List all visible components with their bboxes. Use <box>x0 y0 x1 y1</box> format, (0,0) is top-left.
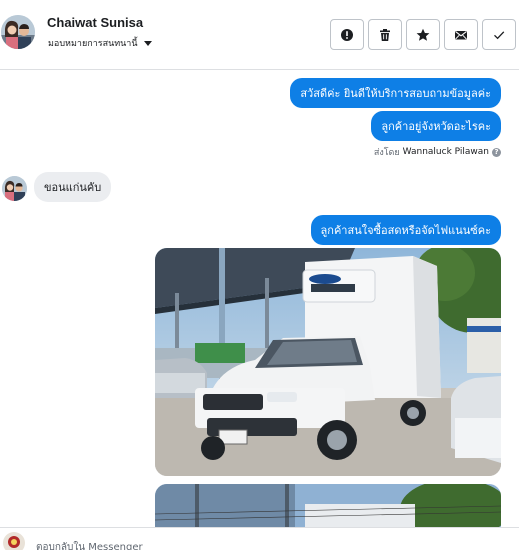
assign-conversation-dropdown[interactable]: มอบหมายการสนทนานี้ <box>48 36 152 50</box>
mark-unread-button[interactable] <box>444 19 478 50</box>
checkmark-icon <box>494 30 505 39</box>
sender-name[interactable]: Wannaluck Pilawan <box>403 147 489 157</box>
outgoing-message[interactable]: ลูกค้าสนใจซื้อสดหรือจัดไฟแนนซ์คะ <box>310 215 501 245</box>
outgoing-message[interactable]: สวัสดีค่ะ ยินดีให้บริการสอบถามข้อมูลค่ะ <box>290 78 501 108</box>
refrigerated-truck-image <box>155 248 501 476</box>
message-photo[interactable] <box>155 484 501 527</box>
assign-label: มอบหมายการสนทนานี้ <box>48 39 138 49</box>
truck-photo-image <box>155 484 501 527</box>
question-circle-icon[interactable]: ? <box>492 147 501 157</box>
caret-down-icon <box>143 40 152 46</box>
contact-avatar[interactable] <box>1 15 35 49</box>
sent-by-prefix: ส่งโดย <box>373 148 400 158</box>
star-icon <box>416 28 430 41</box>
contact-avatar-small <box>2 176 27 201</box>
sent-by-info: ส่งโดย Wannaluck Pilawan ? <box>374 145 501 159</box>
star-button[interactable] <box>406 19 440 50</box>
report-spam-button[interactable] <box>330 19 364 50</box>
trash-icon <box>380 28 390 41</box>
conversation-header: Chaiwat Sunisa มอบหมายการสนทนานี้ <box>0 0 519 70</box>
contact-name[interactable]: Chaiwat Sunisa <box>47 15 143 30</box>
incoming-message[interactable]: ขอนแก่นคับ <box>34 172 112 202</box>
reply-in-messenger-label[interactable]: ตอบกลับใน Messenger <box>36 540 143 550</box>
exclamation-circle-icon <box>341 28 353 41</box>
delete-button[interactable] <box>368 19 402 50</box>
page-avatar <box>3 532 25 550</box>
outgoing-message[interactable]: ลูกค้าอยู่จังหวัดอะไรคะ <box>371 111 501 141</box>
envelope-icon <box>455 30 467 39</box>
message-photo[interactable] <box>155 248 501 476</box>
mark-done-button[interactable] <box>482 19 516 50</box>
reply-bar: ตอบกลับใน Messenger <box>0 527 519 550</box>
